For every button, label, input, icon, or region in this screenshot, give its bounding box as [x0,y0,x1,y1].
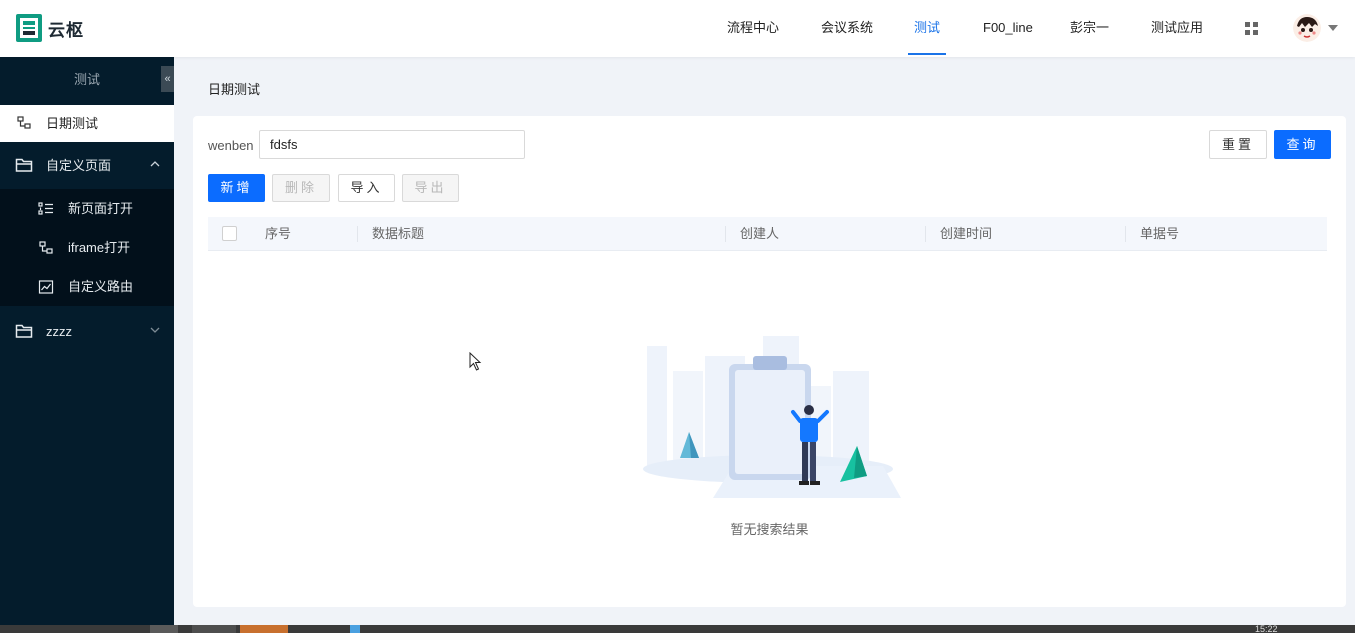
apps-grid-icon[interactable] [1245,22,1258,35]
nav-item-process-center[interactable]: 流程中心 [727,0,779,57]
add-button[interactable]: 新增 [208,174,265,202]
nav-item-test-app[interactable]: 测试应用 [1151,0,1203,57]
logo[interactable]: 云枢 [16,14,84,42]
tree-icon [39,241,53,254]
sidebar-item-iframe-open[interactable]: iframe打开 [0,228,174,267]
taskbar-clock: 15:22 [1255,624,1278,633]
collapse-sidebar-button[interactable]: « [161,66,174,92]
select-all-checkbox[interactable] [222,226,237,241]
sidebar-group-label: 自定义页面 [46,158,112,173]
chevron-down-icon [150,327,160,333]
page-title: 日期测试 [208,82,261,97]
sidebar-item-label: iframe打开 [68,240,131,255]
sidebar-group-label: zzzz [46,324,72,339]
column-divider [357,226,358,242]
sidebar: 测试 « 日期测试 自定义页面 新页面打开 iframe打开 自定义路由 zzz… [0,57,174,625]
sidebar-item-label: 新页面打开 [68,201,134,216]
nav-item-test-label: 测试 [914,20,941,35]
nav-item-meeting-system[interactable]: 会议系统 [821,0,873,57]
tree-icon [17,116,31,129]
sidebar-title: 测试 « [0,57,174,105]
table-header: 序号 数据标题 创建人 创建时间 单据号 [208,217,1327,251]
logo-icon [16,14,42,42]
sidebar-item-date-test[interactable]: 日期测试 [0,105,174,142]
column-divider [725,226,726,242]
logo-text: 云枢 [48,20,84,40]
query-button[interactable]: 查询 [1274,130,1331,159]
taskbar [0,625,1355,633]
column-divider [1125,226,1126,242]
list-icon [38,202,53,215]
chevron-down-icon[interactable] [1328,25,1338,31]
column-divider [925,226,926,242]
nav-item-user[interactable]: 彭宗一 [1070,0,1109,57]
empty-state-text: 暂无搜索结果 [730,522,809,537]
line-chart-icon [38,280,54,294]
sidebar-item-label: 日期测试 [46,116,99,131]
nav-item-test[interactable]: 测试 [908,0,947,57]
filter-label: wenben [208,138,254,153]
column-header-doc-number[interactable]: 单据号 [1140,217,1179,251]
taskbar-item[interactable] [192,625,236,633]
column-header-created-time[interactable]: 创建时间 [940,217,992,251]
empty-state-illustration [643,336,901,498]
active-nav-underline [908,53,947,55]
import-button[interactable]: 导入 [338,174,395,202]
sidebar-item-custom-route[interactable]: 自定义路由 [0,267,174,306]
sidebar-group-custom-pages[interactable]: 自定义页面 [0,142,174,189]
nav-item-f00-line[interactable]: F00_line [983,0,1033,57]
reset-button[interactable]: 重置 [1209,130,1267,159]
folder-open-icon [15,158,33,172]
sidebar-group-zzzz[interactable]: zzzz [0,308,174,355]
wenben-input[interactable] [259,130,525,159]
sidebar-item-new-page-open[interactable]: 新页面打开 [0,189,174,228]
column-header-index[interactable]: 序号 [265,217,291,251]
column-header-creator[interactable]: 创建人 [740,217,779,251]
chevron-up-icon [150,161,160,167]
sidebar-item-label: 自定义路由 [68,279,134,294]
column-header-title[interactable]: 数据标题 [372,217,424,251]
taskbar-item[interactable] [350,625,360,633]
export-button[interactable]: 导出 [402,174,459,202]
delete-button[interactable]: 删除 [272,174,330,202]
folder-open-icon [15,324,33,338]
avatar[interactable] [1293,14,1321,42]
top-header: 云枢 流程中心 会议系统 测试 F00_line 彭宗一 测试应用 [0,0,1355,57]
sidebar-title-text: 测试 [73,72,100,87]
taskbar-item-active[interactable] [240,625,288,633]
mouse-cursor-icon [469,352,482,371]
main-card: wenben 重置 查询 新增 删除 导入 导出 序号 数据标题 创建人 创建时… [193,116,1346,607]
submenu-custom-pages: 新页面打开 iframe打开 自定义路由 [0,189,174,306]
taskbar-item[interactable] [150,625,178,633]
